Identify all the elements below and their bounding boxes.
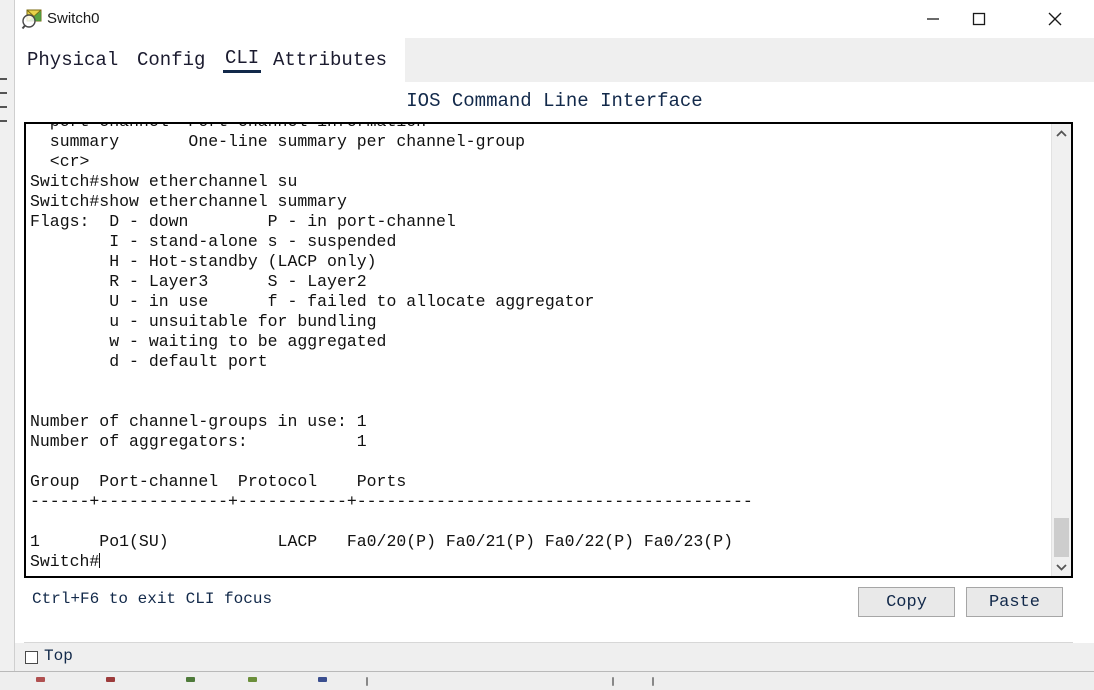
cli-terminal[interactable]: port-channel Port channel information su… — [24, 122, 1073, 578]
background-window-sliver — [0, 0, 15, 671]
tab-cli[interactable]: CLI — [223, 38, 262, 82]
terminal-scrollback: port-channel Port channel information su… — [30, 124, 753, 551]
terminal-prompt: Switch# — [30, 552, 100, 571]
copy-button[interactable]: Copy — [858, 587, 955, 617]
top-checkbox[interactable] — [25, 651, 38, 664]
tab-cli-label: CLI — [223, 47, 262, 73]
text-caret — [99, 553, 101, 568]
minimize-icon[interactable] — [910, 0, 956, 38]
cli-focus-hint: Ctrl+F6 to exit CLI focus — [32, 590, 273, 608]
title-bar: Switch0 — [15, 0, 1094, 39]
scrollbar-thumb[interactable] — [1054, 518, 1069, 558]
tab-attributes-label: Attributes — [273, 49, 388, 71]
cli-footer: Ctrl+F6 to exit CLI focus Copy Paste — [24, 578, 1073, 642]
packet-tracer-device-icon — [21, 8, 43, 30]
paste-button[interactable]: Paste — [966, 587, 1063, 617]
close-icon[interactable] — [1032, 0, 1078, 38]
tab-config-label: Config — [137, 49, 206, 71]
tab-physical-label: Physical — [27, 49, 119, 71]
terminal-output: port-channel Port channel information su… — [30, 124, 1040, 572]
background-taskbar-strip — [0, 671, 1094, 690]
maximize-icon[interactable] — [956, 0, 1002, 38]
paste-button-label: Paste — [988, 592, 1040, 612]
page-title: IOS Command Line Interface — [406, 90, 703, 112]
chevron-up-icon[interactable] — [1052, 124, 1071, 143]
always-on-top-row: Top — [15, 643, 1094, 671]
terminal-scrollbar[interactable] — [1051, 124, 1071, 576]
copy-button-label: Copy — [886, 592, 927, 612]
chevron-down-icon[interactable] — [1052, 557, 1071, 576]
window-title: Switch0 — [47, 10, 100, 27]
switch-device-window: Switch0 Physical Config CLI Attributes I… — [14, 0, 1094, 671]
tab-attributes[interactable]: Attributes — [271, 38, 389, 82]
tab-physical[interactable]: Physical — [25, 38, 120, 82]
top-checkbox-label: Top — [44, 647, 73, 665]
tab-strip: Physical Config CLI Attributes — [15, 38, 405, 82]
tab-config[interactable]: Config — [135, 38, 207, 82]
